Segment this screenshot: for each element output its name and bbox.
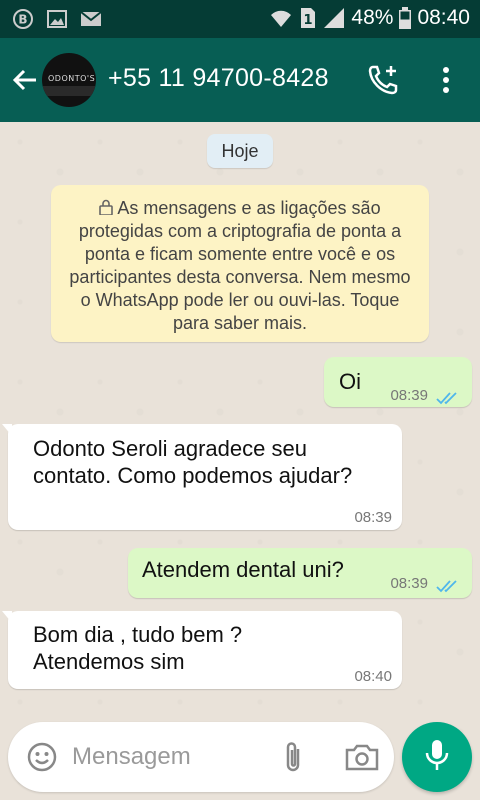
read-ticks-icon [436,572,460,593]
message-input[interactable] [72,740,262,774]
sim-badge: 1 [304,13,313,28]
sim-icon: 1 [299,7,317,29]
emoji-icon[interactable] [26,741,58,773]
mail-icon [80,8,102,30]
b-notification-icon: B [12,8,34,30]
more-vert-icon[interactable] [432,63,460,97]
message-time: 08:40 [354,668,392,685]
avatar[interactable]: ODONTO'S [42,53,96,107]
avatar-logo-text: ODONTO'S [48,74,96,83]
add-call-icon[interactable] [366,63,400,97]
encryption-notice[interactable]: As mensagens e as ligações são protegida… [51,185,429,342]
mic-button[interactable] [402,722,472,792]
message-text: Bom dia , tudo bem ? Atendemos sim [33,622,243,674]
battery-percent: 48% [351,6,394,29]
message-bubble-outgoing[interactable]: Atendem dental uni? 08:39 [128,548,472,598]
message-time: 08:39 [390,575,428,592]
attach-icon[interactable] [278,739,308,775]
message-text: Oi [339,369,361,394]
clock: 08:40 [417,6,470,29]
svg-text:B: B [18,13,27,27]
message-bubble-incoming[interactable]: Odonto Seroli agradece seu contato. Como… [2,424,402,530]
wifi-icon [269,7,293,29]
gallery-icon [46,8,68,30]
encryption-notice-text: As mensagens e as ligações são protegida… [69,198,411,333]
message-text: Odonto Seroli agradece seu contato. Como… [33,436,353,488]
date-separator: Hoje [207,134,273,168]
status-bar: B 1 48% 08:40 [0,0,480,38]
lock-icon [99,198,114,216]
mic-icon [424,738,450,777]
signal-icon [323,7,345,29]
battery-icon [399,7,412,29]
message-text: Atendem dental uni? [142,557,344,582]
camera-icon[interactable] [344,742,380,772]
message-bubble-outgoing[interactable]: Oi 08:39 [324,357,472,407]
message-composer [8,722,394,792]
chat-header: ODONTO'S +55 11 94700-8428 [0,38,480,122]
contact-title[interactable]: +55 11 94700-8428 [108,64,329,93]
message-bubble-incoming[interactable]: Bom dia , tudo bem ? Atendemos sim 08:40 [2,611,402,689]
read-ticks-icon [436,384,460,405]
message-time: 08:39 [390,387,428,404]
message-time: 08:39 [354,509,392,526]
back-arrow-icon[interactable] [10,65,40,95]
